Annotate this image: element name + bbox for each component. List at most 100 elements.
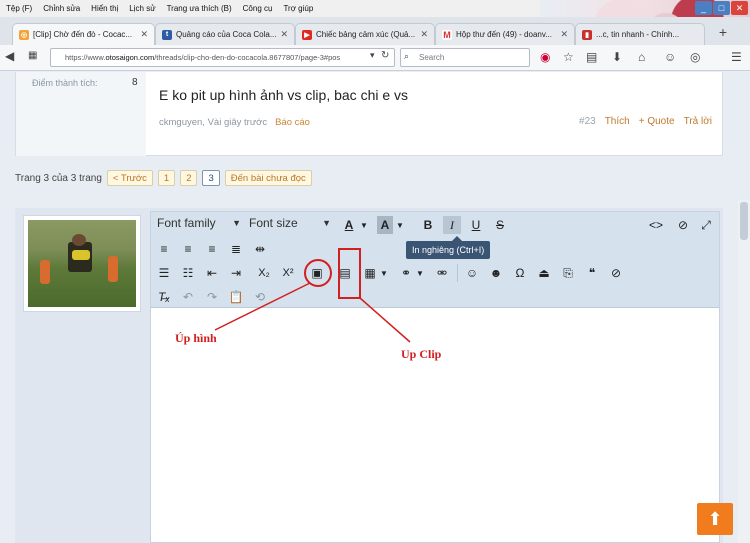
url-bar[interactable]: https://www. otosaigon.com/threads/clip-c… — [50, 48, 395, 67]
italic-icon[interactable]: I — [443, 216, 461, 234]
menu-icon[interactable]: ☰ — [731, 50, 742, 64]
background-color-icon[interactable]: A — [377, 216, 393, 234]
tab-clip-cocacola[interactable]: ◎ [Clip] Chờ đến đò - Cocac... ✕ — [12, 23, 155, 45]
subscript-icon[interactable]: X₂ — [255, 264, 273, 282]
tab-label: Chiếc bảng cảm xúc (Quả... — [316, 30, 416, 39]
menu-file[interactable]: Tệp (F) — [6, 4, 32, 13]
link-icon[interactable]: ⚭ — [397, 264, 415, 282]
quote-link[interactable]: + Quote — [639, 116, 675, 127]
close-tab-icon[interactable]: ✕ — [140, 29, 148, 40]
horizontal-rule-icon[interactable]: ⇹ — [251, 240, 269, 258]
close-tab-icon[interactable]: ✕ — [420, 29, 428, 40]
menu-history[interactable]: Lịch sử — [129, 4, 155, 13]
undo-icon[interactable]: ↶ — [179, 288, 197, 306]
chevron-down-icon[interactable]: ▼ — [379, 264, 389, 282]
quote-icon[interactable]: ❝ — [583, 264, 601, 282]
prev-page-button[interactable]: < Trước — [106, 170, 153, 186]
page-3-button[interactable]: 3 — [202, 170, 220, 186]
page-2-button[interactable]: 2 — [180, 170, 198, 186]
font-family-select[interactable]: Font family ▼ — [157, 216, 241, 230]
menu-view[interactable]: Hiển thị — [91, 4, 118, 13]
search-input[interactable]: Search — [400, 48, 530, 67]
insert-image-icon[interactable]: ▣ — [307, 264, 327, 282]
home-icon[interactable]: ⌂ — [638, 50, 645, 64]
underline-icon[interactable]: U — [467, 216, 485, 234]
page-1-button[interactable]: 1 — [157, 170, 176, 186]
library-icon[interactable]: ▦ — [28, 50, 37, 61]
strikethrough-icon[interactable]: S — [491, 216, 509, 234]
avatar[interactable] — [28, 220, 136, 307]
insert-media-icon[interactable]: ▤ — [335, 264, 355, 282]
toggle-editor-icon[interactable]: ⊘ — [673, 216, 693, 234]
scrollbar-thumb[interactable] — [740, 202, 748, 240]
align-right-icon[interactable]: ≡ — [203, 240, 221, 258]
clear-format-icon[interactable]: T̶ₓ — [155, 288, 173, 306]
new-tab-button[interactable]: + — [714, 23, 732, 41]
source-code-icon[interactable]: <> — [646, 216, 666, 234]
emoticon-icon[interactable]: ☻ — [487, 264, 505, 282]
chevron-down-icon[interactable]: ▼ — [359, 216, 369, 234]
menu-edit[interactable]: Chỉnh sửa — [43, 4, 80, 13]
page-scrollbar[interactable] — [738, 200, 750, 543]
minimize-button[interactable]: _ — [695, 1, 712, 15]
indent-icon[interactable]: ⇥ — [227, 264, 245, 282]
redo-icon[interactable]: ↷ — [203, 288, 221, 306]
upload-icon[interactable]: ⏏ — [535, 264, 553, 282]
smiley-icon[interactable]: ☺ — [463, 264, 481, 282]
menu-help[interactable]: Trợ giúp — [283, 4, 313, 13]
maximize-button[interactable]: □ — [713, 1, 730, 15]
align-center-icon[interactable]: ≡ — [179, 240, 197, 258]
post-number[interactable]: #23 — [579, 116, 596, 127]
close-tab-icon[interactable]: ✕ — [560, 29, 568, 40]
addon-icon[interactable]: ◉ — [540, 50, 550, 64]
outdent-icon[interactable]: ⇤ — [203, 264, 221, 282]
clipboard-icon[interactable]: ▤ — [586, 50, 597, 64]
url-prefix: https://www. — [65, 53, 106, 62]
code-snippet-icon[interactable]: ⎘ — [559, 264, 577, 282]
align-left-icon[interactable]: ≡ — [155, 240, 173, 258]
bookmark-star-icon[interactable]: ☆ — [563, 50, 574, 64]
table-icon[interactable]: ▦ — [361, 264, 379, 282]
menu-bookmarks[interactable]: Trang ưa thích (B) — [167, 4, 232, 13]
fullscreen-icon[interactable]: ⤢ — [697, 216, 715, 234]
unread-post-button[interactable]: Đến bài chưa đọc — [224, 170, 312, 186]
close-tab-icon[interactable]: ✕ — [280, 29, 288, 40]
post-author[interactable]: ckmguyen, Vài giây trước — [159, 117, 267, 128]
back-icon[interactable]: ◀ — [5, 49, 14, 63]
download-icon[interactable]: ⬇ — [612, 50, 622, 64]
bullet-list-icon[interactable]: ☰ — [155, 264, 173, 282]
chevron-down-icon[interactable]: ▼ — [415, 264, 425, 282]
editor-content-area[interactable] — [151, 309, 719, 542]
scroll-to-top-button[interactable]: ⬆ — [697, 503, 733, 535]
reload-icon[interactable]: ↻ — [381, 50, 389, 61]
reply-link[interactable]: Trả lời — [684, 116, 712, 127]
chevron-down-icon[interactable]: ▼ — [395, 216, 405, 234]
tab-gmail[interactable]: M Hộp thư đến (49) - doanv... ✕ — [435, 23, 575, 45]
like-link[interactable]: Thích — [605, 116, 630, 127]
chat-icon[interactable]: ◎ — [690, 50, 700, 64]
text-color-icon[interactable]: A — [341, 216, 357, 234]
font-size-select[interactable]: Font size ▼ — [249, 216, 331, 230]
quick-reply: Font family ▼ Font size ▼ A ▼ A ▼ B I U … — [15, 208, 723, 543]
spoiler-icon[interactable]: ⊘ — [607, 264, 625, 282]
superscript-icon[interactable]: X² — [279, 264, 297, 282]
pagination: Trang 3 của 3 trang < Trước 1 2 3 Đến bà… — [15, 170, 312, 186]
paste-icon[interactable]: 📋 — [227, 288, 245, 306]
bold-icon[interactable]: B — [419, 216, 437, 234]
font-size-label: Font size — [249, 216, 298, 230]
unlink-icon[interactable]: ⚮ — [433, 264, 451, 282]
restore-draft-icon[interactable]: ⟲ — [251, 288, 269, 306]
tab-label: Hộp thư đến (49) - doanv... — [456, 30, 552, 39]
emoji-icon[interactable]: ☺ — [664, 50, 676, 64]
close-window-button[interactable]: ✕ — [731, 1, 748, 15]
post-actions: #23 Thích + Quote Trả lời — [579, 116, 712, 127]
report-link[interactable]: Báo cáo — [275, 117, 310, 128]
tab-news[interactable]: ▮ ...c, tin nhanh - Chính... — [575, 23, 705, 45]
special-character-icon[interactable]: Ω — [511, 264, 529, 282]
tab-youtube[interactable]: ▶ Chiếc bảng cảm xúc (Quả... ✕ — [295, 23, 435, 45]
dropdown-icon[interactable]: ▾ — [370, 50, 375, 61]
numbered-list-icon[interactable]: ☷ — [179, 264, 197, 282]
tab-coca-ads[interactable]: t Quảng cáo của Coca Cola... ✕ — [155, 23, 295, 45]
menu-tools[interactable]: Công cụ — [243, 4, 273, 13]
align-justify-icon[interactable]: ≣ — [227, 240, 245, 258]
